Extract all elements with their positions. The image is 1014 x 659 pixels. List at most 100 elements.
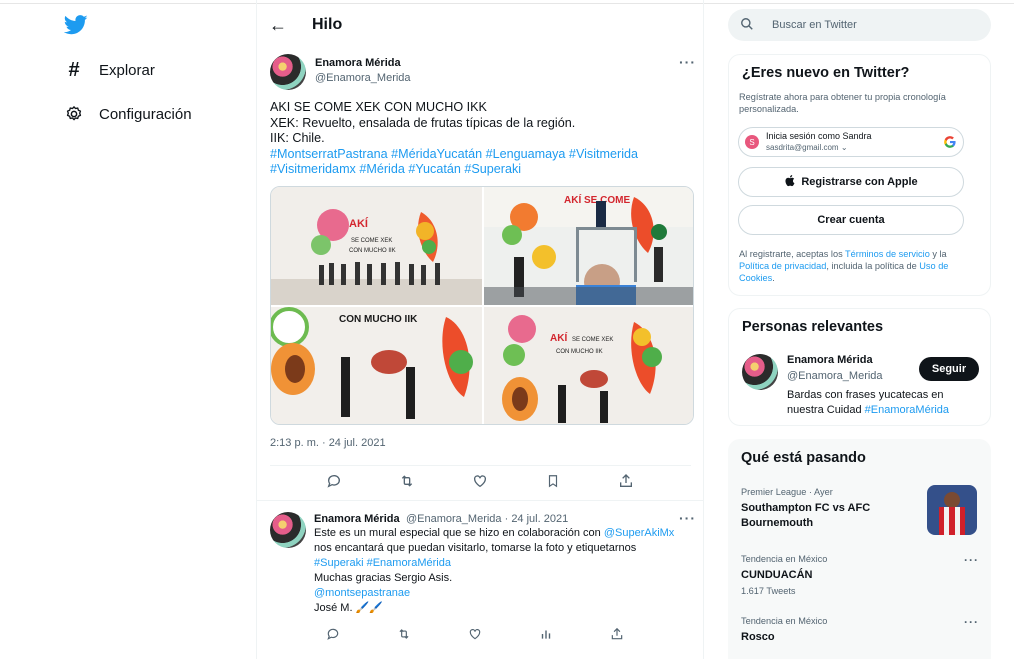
mural-photo-2[interactable]: AKÍ SE COME bbox=[484, 187, 693, 305]
nav-settings[interactable]: Configuración bbox=[60, 98, 192, 130]
svg-text:SE COME XEK: SE COME XEK bbox=[572, 337, 613, 343]
tweet-hashtags[interactable]: #MontserratPastrana #MéridaYucatán #Leng… bbox=[270, 147, 690, 163]
relevant-name[interactable]: Enamora Mérida bbox=[787, 354, 873, 366]
reply-hashtags[interactable]: #Superaki #EnamoraMérida bbox=[314, 556, 694, 571]
svg-text:AKÍ: AKÍ bbox=[349, 217, 369, 230]
reply-line: Muchas gracias Sergio Asis. bbox=[314, 572, 453, 584]
svg-text:CON MUCHO IIK: CON MUCHO IIK bbox=[339, 314, 418, 325]
bio-line: Bardas con frases yucatecas en bbox=[787, 389, 944, 401]
like-icon[interactable] bbox=[460, 627, 490, 644]
trend-name-line: Bournemouth bbox=[741, 517, 814, 529]
share-icon[interactable] bbox=[602, 627, 632, 644]
tweet-line: XEK: Revuelto, ensalada de frutas típica… bbox=[270, 115, 576, 130]
right-sidebar: ¿Eres nuevo en Twitter? Regístrate ahora… bbox=[704, 0, 1014, 659]
relevant-bio: Bardas con frases yucatecas en nuestra C… bbox=[787, 388, 949, 418]
tweet-media-grid: AKÍ SE COME XEK CON MUCHO IIK AKÍ SE COM… bbox=[270, 186, 694, 425]
tweet-hashtags[interactable]: #Visitmeridamx #Mérida #Yucatán #Superak… bbox=[270, 162, 690, 178]
tweet-author-name[interactable]: Enamora Mérida bbox=[315, 57, 401, 69]
create-account-button[interactable]: Crear cuenta bbox=[738, 205, 964, 235]
mural-photo-1[interactable]: AKÍ SE COME XEK CON MUCHO IIK bbox=[271, 187, 482, 305]
tweet-actions bbox=[257, 473, 703, 492]
relevant-people-title: Personas relevantes bbox=[742, 319, 884, 335]
nav-explore-label: Explorar bbox=[99, 61, 155, 79]
legal-text: . bbox=[772, 273, 775, 283]
reply-line: Este es un mural especial que se hizo en… bbox=[314, 527, 604, 539]
more-options-icon[interactable]: ··· bbox=[964, 553, 979, 567]
analytics-icon[interactable] bbox=[531, 627, 561, 644]
gear-icon bbox=[60, 102, 88, 126]
cookies-link[interactable]: Uso de bbox=[919, 261, 948, 271]
trends-title: Qué está pasando bbox=[741, 450, 866, 466]
reply-line: José M. 🖌️🖌️ bbox=[314, 602, 383, 614]
share-icon[interactable] bbox=[611, 473, 641, 492]
retweet-icon[interactable] bbox=[389, 627, 419, 644]
google-signin-button[interactable]: S Inicia sesión como Sandra sasdrita@gma… bbox=[738, 127, 964, 157]
twitter-logo-icon[interactable] bbox=[63, 14, 88, 36]
mural-photo-4[interactable]: AKÍ SE COME XEK CON MUCHO IIK bbox=[484, 307, 693, 424]
retweet-icon[interactable] bbox=[392, 473, 422, 492]
signup-subtitle-line: personalizada. bbox=[739, 104, 799, 114]
reply-text: Este es un mural especial que se hizo en… bbox=[314, 526, 694, 616]
trends-card: Qué está pasando Premier League · Ayer S… bbox=[728, 439, 991, 659]
avatar[interactable] bbox=[742, 354, 778, 390]
trend-thumbnail[interactable] bbox=[927, 485, 977, 535]
search-input[interactable] bbox=[772, 19, 972, 31]
google-account-avatar: S bbox=[745, 135, 759, 149]
search-box[interactable] bbox=[728, 9, 991, 41]
like-icon[interactable] bbox=[465, 473, 495, 492]
hash-icon: # bbox=[68, 58, 80, 81]
reply-icon[interactable] bbox=[318, 627, 348, 644]
svg-text:CON MUCHO IIK: CON MUCHO IIK bbox=[349, 248, 396, 254]
divider bbox=[270, 465, 691, 466]
more-options-icon[interactable]: ··· bbox=[679, 54, 696, 70]
bio-line: nuestra Cuidad bbox=[787, 404, 865, 416]
trend-meta: Tendencia en México bbox=[741, 616, 828, 626]
more-options-icon[interactable]: ··· bbox=[964, 615, 979, 629]
bookmark-icon[interactable] bbox=[538, 473, 568, 492]
divider bbox=[257, 500, 703, 501]
google-email: sasdrita@gmail.com bbox=[766, 143, 839, 152]
signup-subtitle-line: Regístrate ahora para obtener tu propia … bbox=[739, 92, 946, 102]
main-column: ← Hilo Enamora Mérida @Enamora_Merida ··… bbox=[256, 0, 704, 659]
more-options-icon[interactable]: ··· bbox=[679, 510, 696, 526]
trend-meta: Premier League · Ayer bbox=[741, 487, 833, 497]
reply-meta[interactable]: @Enamora_Merida · 24 jul. 2021 bbox=[406, 513, 568, 525]
signup-legal: Al registrarte, aceptas los Términos de … bbox=[739, 248, 983, 284]
cookies-link[interactable]: Cookies bbox=[739, 273, 772, 283]
avatar[interactable] bbox=[270, 54, 306, 90]
legal-text: , incluida la política de bbox=[826, 261, 920, 271]
left-nav: # Explorar Configuración bbox=[0, 0, 256, 659]
apple-signup-button[interactable]: Registrarse con Apple bbox=[738, 167, 964, 197]
tweet-line: AKI SE COME XEK CON MUCHO IKK bbox=[270, 100, 487, 114]
avatar[interactable] bbox=[270, 512, 306, 548]
reply-author-name[interactable]: Enamora Mérida bbox=[314, 513, 400, 525]
bio-hashtag[interactable]: #EnamoraMérida bbox=[865, 404, 949, 416]
trend-count: 1.617 Tweets bbox=[741, 586, 796, 596]
follow-button[interactable]: Seguir bbox=[919, 357, 979, 381]
nav-explore[interactable]: # Explorar bbox=[60, 54, 155, 86]
apple-signup-label: Registrarse con Apple bbox=[801, 176, 918, 188]
tweet-author-handle[interactable]: @Enamora_Merida bbox=[315, 72, 411, 84]
trend-meta: Tendencia en México bbox=[741, 554, 828, 564]
mural-photo-3[interactable]: CON MUCHO IIK bbox=[271, 307, 482, 424]
relevant-handle[interactable]: @Enamora_Merida bbox=[787, 370, 883, 382]
trend-name-line: Southampton FC vs AFC bbox=[741, 502, 871, 514]
mention-link[interactable]: @SuperAkiMx bbox=[604, 527, 674, 539]
search-icon bbox=[740, 17, 760, 34]
privacy-link[interactable]: Política de privacidad bbox=[739, 261, 826, 271]
trend-name: Rosco bbox=[741, 631, 775, 643]
nav-settings-label: Configuración bbox=[99, 105, 192, 123]
svg-text:AKÍ: AKÍ bbox=[550, 331, 567, 344]
reply-icon[interactable] bbox=[319, 473, 349, 492]
signup-title: ¿Eres nuevo en Twitter? bbox=[742, 65, 910, 81]
terms-link[interactable]: Términos de servicio bbox=[845, 249, 930, 259]
trend-name: Southampton FC vs AFC Bournemouth bbox=[741, 501, 870, 531]
reply-actions bbox=[257, 627, 703, 644]
trend-name: CUNDUACÁN bbox=[741, 569, 813, 581]
tweet-text: AKI SE COME XEK CON MUCHO IKK XEK: Revue… bbox=[270, 100, 690, 178]
signup-card: ¿Eres nuevo en Twitter? Regístrate ahora… bbox=[728, 54, 991, 296]
mention-link[interactable]: @montsepastranae bbox=[314, 586, 694, 601]
back-arrow-icon[interactable]: ← bbox=[257, 15, 297, 36]
google-signin-label: Inicia sesión como Sandra bbox=[766, 131, 872, 141]
tweet-timestamp[interactable]: 2:13 p. m. · 24 jul. 2021 bbox=[270, 437, 386, 449]
